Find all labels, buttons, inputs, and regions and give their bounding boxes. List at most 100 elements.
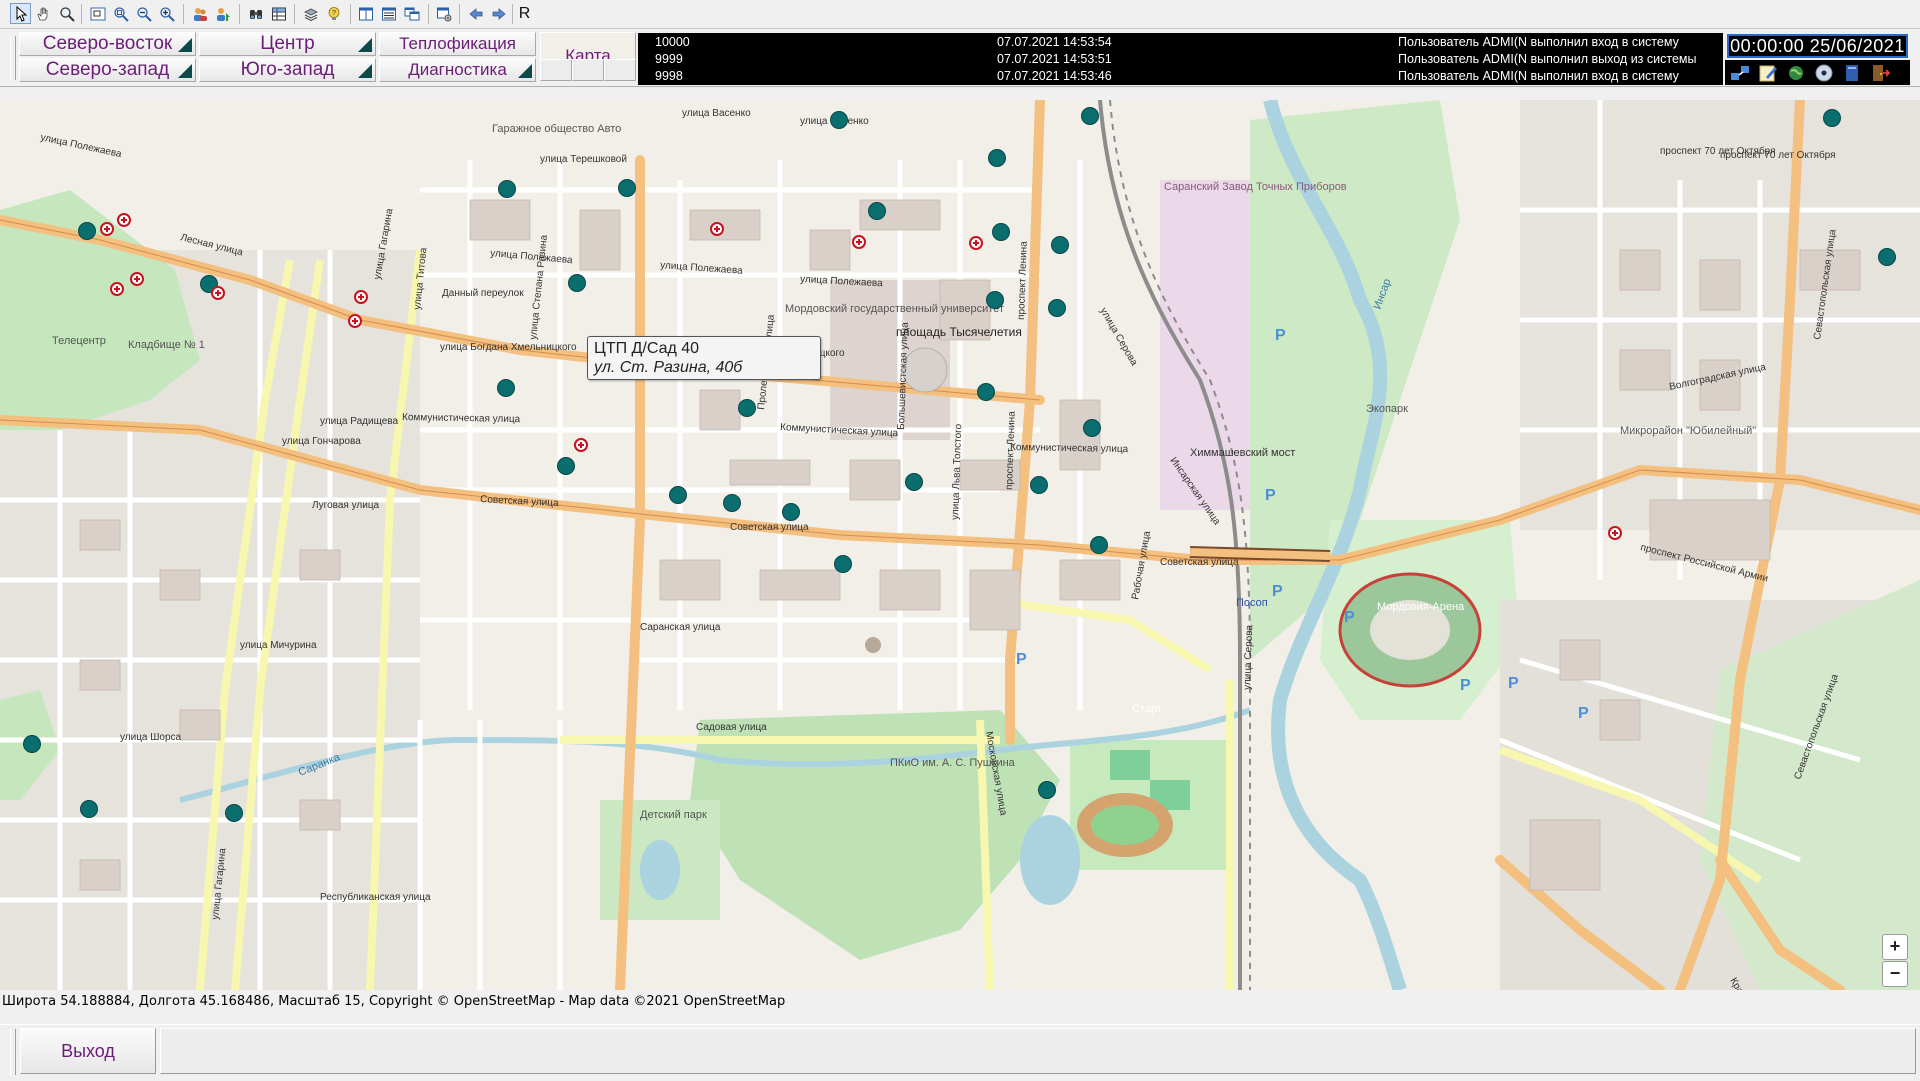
- medical-cross-icon[interactable]: [354, 290, 368, 304]
- windows-icon[interactable]: [401, 3, 422, 24]
- parking-icon: P: [1344, 609, 1355, 626]
- heating-point-marker[interactable]: [992, 223, 1010, 241]
- network-arrows-icon[interactable]: [1729, 62, 1751, 84]
- heating-point-marker[interactable]: [1878, 248, 1896, 266]
- heating-point-marker[interactable]: [1048, 299, 1066, 317]
- zoom-out-button[interactable]: −: [1882, 961, 1908, 987]
- r-button[interactable]: R: [514, 3, 535, 24]
- user-group-icon[interactable]: [189, 3, 210, 24]
- nav-button-northeast[interactable]: Северо-восток: [19, 32, 196, 56]
- layers-icon[interactable]: [300, 3, 321, 24]
- globe-icon[interactable]: [1785, 62, 1807, 84]
- nav-button-diagnostics[interactable]: Диагностика: [379, 58, 536, 82]
- street-label: улица Титова: [412, 247, 429, 311]
- notepad-edit-icon[interactable]: [1757, 62, 1779, 84]
- heating-point-marker[interactable]: [1083, 419, 1101, 437]
- heating-point-marker[interactable]: [568, 274, 586, 292]
- exit-door-icon[interactable]: [1869, 62, 1891, 84]
- user-pin-icon[interactable]: [212, 3, 233, 24]
- heating-point-marker[interactable]: [988, 149, 1006, 167]
- book-icon[interactable]: [1841, 62, 1863, 84]
- street-label: улица Серова: [1242, 624, 1255, 690]
- window-settings-icon[interactable]: [433, 3, 454, 24]
- heating-point-marker[interactable]: [225, 804, 243, 822]
- list-icon[interactable]: [378, 3, 399, 24]
- nav-button-southwest[interactable]: Юго-запад: [199, 58, 376, 82]
- medical-cross-icon[interactable]: [710, 222, 724, 236]
- zoom-control: + −: [1882, 934, 1908, 988]
- heating-point-marker[interactable]: [1038, 781, 1056, 799]
- area-label: Телецентр: [52, 335, 106, 347]
- heating-point-marker[interactable]: [868, 202, 886, 220]
- heating-point-marker[interactable]: [830, 111, 848, 129]
- heating-point-marker[interactable]: [1090, 536, 1108, 554]
- parking-icon: P: [1578, 705, 1589, 722]
- heating-point-marker[interactable]: [80, 800, 98, 818]
- medical-cross-icon[interactable]: [211, 286, 225, 300]
- log-id: 10000: [655, 35, 690, 49]
- street-label: улица Полежаева: [490, 248, 574, 266]
- log-row[interactable]: 10000 07.07.2021 14:53:54 Пользователь A…: [638, 34, 1723, 50]
- log-id: 9999: [655, 52, 683, 66]
- zoom-in-button[interactable]: +: [1882, 934, 1908, 960]
- heating-point-marker[interactable]: [618, 179, 636, 197]
- medical-cross-icon[interactable]: [348, 314, 362, 328]
- medical-cross-icon[interactable]: [100, 222, 114, 236]
- hand-pan-icon[interactable]: [32, 3, 53, 24]
- heating-point-marker[interactable]: [557, 457, 575, 475]
- heating-point-marker[interactable]: [977, 383, 995, 401]
- window-split-icon[interactable]: [355, 3, 376, 24]
- heating-point-marker[interactable]: [834, 555, 852, 573]
- binoculars-icon[interactable]: [245, 3, 266, 24]
- area-label: ПКиО им. А. С. Пушкина: [890, 757, 1016, 769]
- medical-cross-icon[interactable]: [110, 282, 124, 296]
- log-row[interactable]: 9999 07.07.2021 14:53:51 Пользователь AD…: [638, 51, 1723, 67]
- heating-point-marker[interactable]: [905, 473, 923, 491]
- medical-cross-icon[interactable]: [969, 236, 983, 250]
- heating-point-marker[interactable]: [1081, 107, 1099, 125]
- nav-button-heating[interactable]: Теплофикация: [379, 32, 536, 56]
- medical-cross-icon[interactable]: [852, 235, 866, 249]
- disk-icon[interactable]: [1813, 62, 1835, 84]
- heating-point-marker[interactable]: [1051, 236, 1069, 254]
- heating-point-marker[interactable]: [1030, 476, 1048, 494]
- event-log[interactable]: 10000 07.07.2021 14:53:54 Пользователь A…: [638, 33, 1723, 85]
- heating-point-marker[interactable]: [23, 735, 41, 753]
- magnifier-icon[interactable]: [56, 3, 77, 24]
- log-row[interactable]: 9998 07.07.2021 14:53:46 Пользователь AD…: [638, 68, 1723, 84]
- heating-point-marker[interactable]: [498, 180, 516, 198]
- arrow-forward-icon[interactable]: [488, 3, 509, 24]
- footer-panel: [160, 1028, 1916, 1074]
- tooltip-title: ЦТП Д/Сад 40: [594, 340, 700, 357]
- select-arrow-icon[interactable]: [10, 3, 31, 24]
- table-icon[interactable]: [268, 3, 289, 24]
- heating-point-marker[interactable]: [78, 222, 96, 240]
- nav-button-northwest[interactable]: Северо-запад: [19, 58, 196, 82]
- medical-cross-icon[interactable]: [117, 213, 131, 227]
- heating-point-marker[interactable]: [723, 494, 741, 512]
- map-view[interactable]: улица Васенко улица Васенко улица Полежа…: [0, 100, 1920, 990]
- street-label: проспект Российской Армии: [1639, 542, 1769, 584]
- heating-point-marker[interactable]: [1823, 109, 1841, 127]
- heating-point-marker[interactable]: [782, 503, 800, 521]
- arrow-back-icon[interactable]: [465, 3, 486, 24]
- street-label: Рабочая улица: [1129, 530, 1153, 601]
- street-label: Лесная улица: [179, 232, 244, 258]
- medical-cross-icon[interactable]: [574, 438, 588, 452]
- footer-grip: [10, 1029, 16, 1075]
- zoom-out-icon[interactable]: [133, 3, 154, 24]
- zoom-fit-icon[interactable]: [110, 3, 131, 24]
- zoom-window-icon[interactable]: [87, 3, 108, 24]
- medical-cross-icon[interactable]: [1608, 526, 1622, 540]
- status-line: Широта 54.188884, Долгота 45.168486, Мас…: [2, 994, 786, 1009]
- heating-point-marker[interactable]: [986, 291, 1004, 309]
- medical-cross-icon[interactable]: [130, 272, 144, 286]
- heating-point-marker[interactable]: [669, 486, 687, 504]
- zoom-in-icon[interactable]: [156, 3, 177, 24]
- nav-button-center[interactable]: Центр: [199, 32, 376, 56]
- exit-button[interactable]: Выход: [20, 1028, 156, 1074]
- area-label: Инсар: [1372, 277, 1394, 311]
- heating-point-marker[interactable]: [497, 379, 515, 397]
- bulb-help-icon[interactable]: ?: [323, 3, 344, 24]
- heating-point-marker[interactable]: [738, 399, 756, 417]
